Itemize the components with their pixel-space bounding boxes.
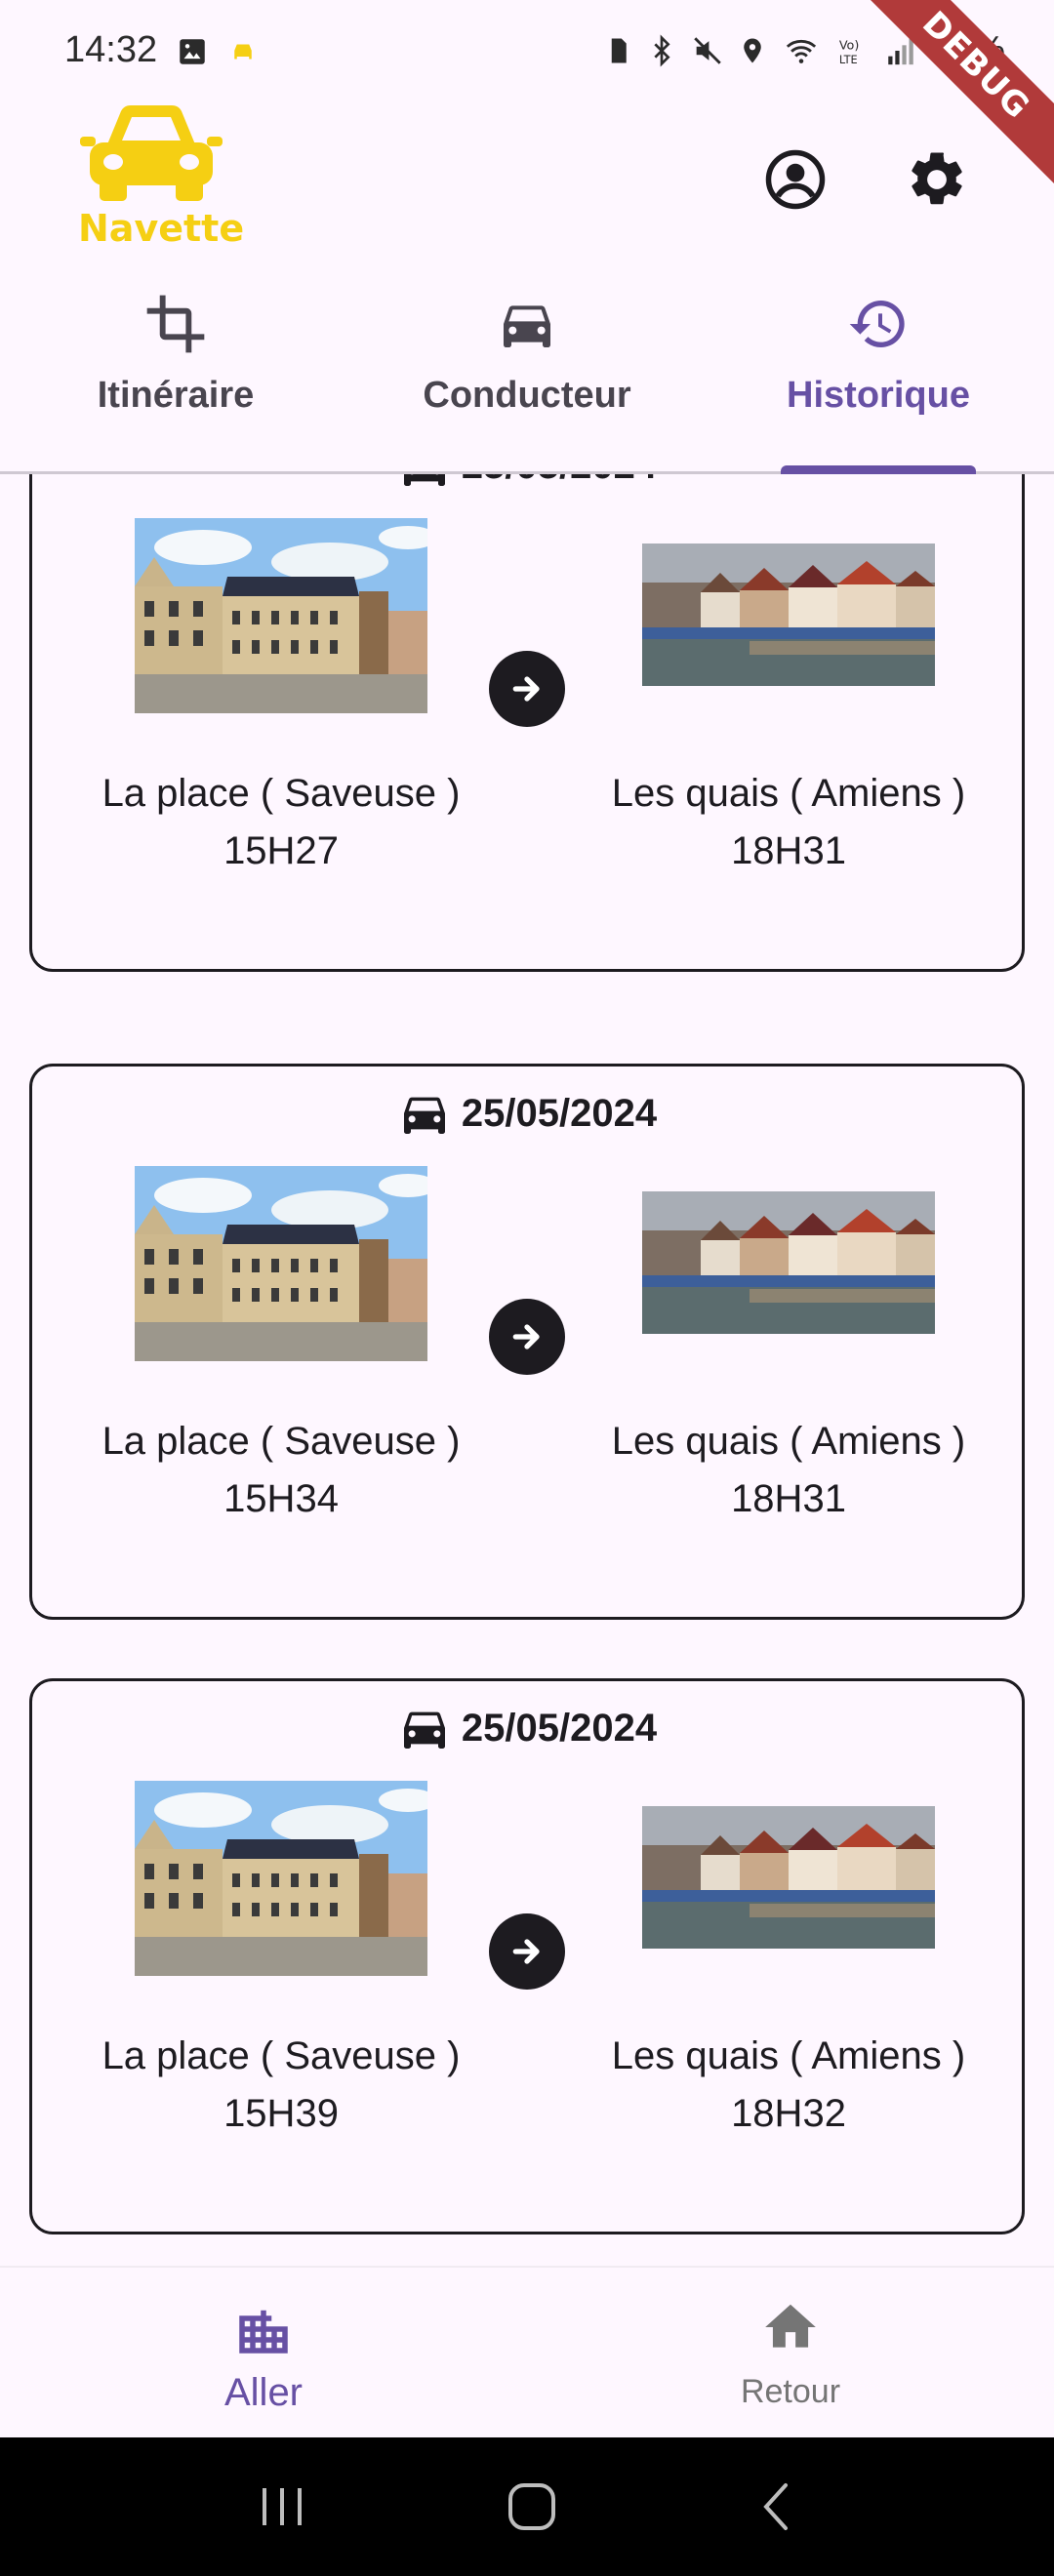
trip-date: 25/05/2024: [462, 474, 657, 488]
location-icon: [744, 38, 761, 62]
departure-name: La place ( Saveuse ): [101, 2034, 461, 2077]
arrival-place: Les quais ( Amiens ) 18H31: [584, 518, 993, 873]
arrival-place: Les quais ( Amiens ) 18H31: [584, 1166, 993, 1521]
nav-label: Aller: [223, 2371, 304, 2414]
place-amiens-photo: [642, 1191, 935, 1334]
sim-icon: [611, 38, 627, 62]
place-saveuse-photo: [135, 1166, 427, 1361]
trip-card[interactable]: 25/05/2024 La place ( Saveuse ): [29, 1678, 1025, 2234]
trip-date-header: 25/05/2024: [32, 474, 1022, 493]
tab-label: Historique: [787, 375, 970, 416]
status-left-icons: [176, 35, 258, 68]
bottom-navigation: Aller Retour: [0, 2266, 1054, 2437]
arrival-name: Les quais ( Amiens ): [611, 772, 966, 815]
tab-indicator: [781, 465, 976, 474]
departure-place: La place ( Saveuse ) 15H39: [76, 1781, 486, 2136]
taxi-notification-icon: [234, 44, 252, 60]
tab-itineraire[interactable]: Itinéraire: [0, 283, 351, 471]
history-icon: [849, 301, 905, 348]
place-amiens-photo: [642, 1806, 935, 1949]
building-icon: [239, 2310, 288, 2354]
place-saveuse-photo: [135, 518, 427, 713]
arrival-time: 18H31: [731, 1477, 846, 1520]
crop-icon: [146, 295, 205, 353]
trip-card[interactable]: 25/05/2024 La place ( Saveuse ): [29, 1064, 1025, 1620]
app-bar: Navette: [0, 98, 1054, 273]
system-navigation-bar: [0, 2437, 1054, 2576]
status-time: 14:32: [64, 29, 158, 70]
tab-conducteur[interactable]: Conducteur: [351, 283, 703, 471]
recent-apps-icon[interactable]: [253, 2482, 311, 2531]
tab-label: Itinéraire: [97, 375, 255, 416]
navette-logo: Navette: [78, 98, 245, 254]
arrival-name: Les quais ( Amiens ): [611, 2034, 966, 2077]
arrow-right-icon: [512, 676, 540, 702]
trip-date: 25/05/2024: [461, 1091, 658, 1135]
trip-date-header: 25/05/2024: [32, 1701, 1022, 1755]
history-list[interactable]: 25/05/2024 La place ( Saveuse ): [0, 474, 1054, 2266]
taxi-logo-icon: [80, 105, 223, 201]
app-screen: 14:32 Vo)LTE 77% DEBUG: [0, 0, 1054, 2576]
gallery-icon: [180, 39, 205, 64]
place-amiens-photo: [642, 543, 935, 686]
volte-icon: Vo)LTE: [839, 38, 860, 65]
mute-icon: [694, 36, 721, 64]
home-button-icon[interactable]: [505, 2479, 559, 2534]
tab-label: Conducteur: [423, 375, 631, 416]
arrow-forward-button: [489, 1299, 565, 1375]
nav-label: Retour: [740, 2373, 841, 2410]
trip-date: 25/05/2024: [461, 1706, 658, 1750]
arrow-forward-button: [489, 1913, 565, 1990]
settings-button[interactable]: [898, 141, 976, 219]
trip-date-header: 25/05/2024: [32, 1086, 1022, 1141]
svg-text:Vo): Vo): [839, 38, 860, 53]
arrival-time: 18H31: [731, 829, 846, 872]
nav-retour[interactable]: Retour: [527, 2268, 1054, 2437]
bluetooth-icon: [654, 33, 670, 67]
arrow-forward-button: [489, 651, 565, 727]
svg-text:LTE: LTE: [839, 52, 858, 65]
car-icon: [403, 1097, 445, 1134]
arrow-right-icon: [512, 1324, 540, 1349]
departure-name: La place ( Saveuse ): [101, 1420, 461, 1463]
wifi-icon: [786, 39, 817, 63]
logo-text: Navette: [78, 207, 245, 250]
departure-time: 15H27: [223, 829, 339, 872]
account-circle-icon: [765, 149, 826, 210]
account-button[interactable]: [756, 141, 834, 219]
car-icon: [504, 305, 550, 347]
place-saveuse-photo: [135, 1781, 427, 1976]
arrival-time: 18H32: [731, 2092, 846, 2135]
trip-card[interactable]: 25/05/2024 La place ( Saveuse ): [29, 474, 1025, 972]
tab-historique[interactable]: Historique: [703, 283, 1054, 474]
departure-time: 15H34: [223, 1477, 339, 1520]
arrival-place: Les quais ( Amiens ) 18H32: [584, 1781, 993, 2136]
back-icon[interactable]: [752, 2479, 801, 2534]
departure-time: 15H39: [223, 2092, 339, 2135]
gear-icon: [912, 152, 962, 205]
arrow-right-icon: [512, 1939, 540, 1964]
car-icon: [403, 1711, 445, 1749]
car-icon: [403, 474, 445, 486]
departure-name: La place ( Saveuse ): [101, 772, 461, 815]
arrival-name: Les quais ( Amiens ): [611, 1420, 966, 1463]
home-icon: [765, 2304, 816, 2348]
tab-bar: Itinéraire Conducteur Historique: [0, 283, 1054, 474]
nav-aller[interactable]: Aller: [0, 2268, 527, 2437]
departure-place: La place ( Saveuse ) 15H27: [76, 518, 486, 873]
departure-place: La place ( Saveuse ) 15H34: [76, 1166, 486, 1521]
